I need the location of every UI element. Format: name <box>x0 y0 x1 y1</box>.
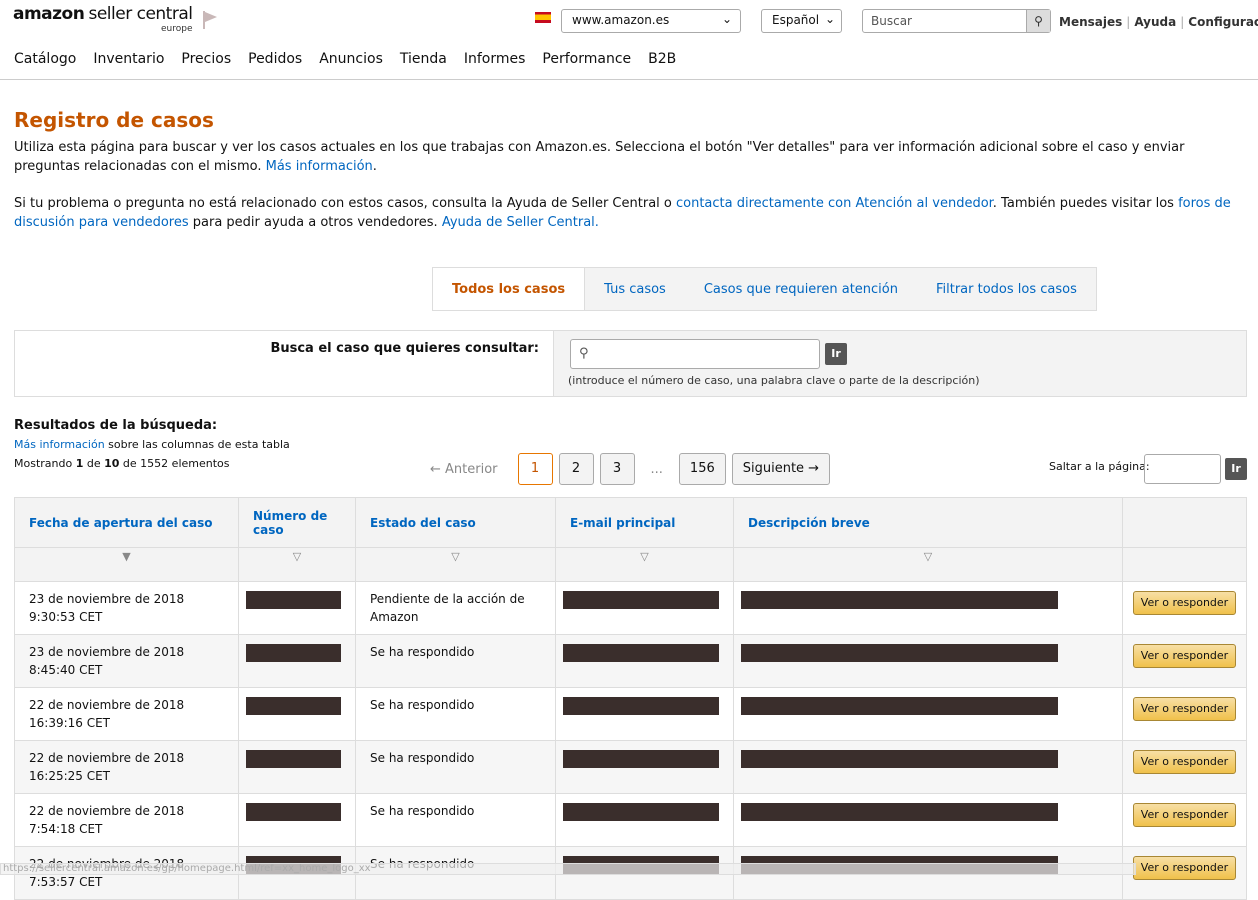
page-title: Registro de casos <box>14 108 214 132</box>
help-link[interactable]: Ayuda <box>1134 15 1176 29</box>
redacted-email <box>563 750 719 768</box>
prev-page: ← Anterior <box>430 461 498 477</box>
nav-informes[interactable]: Informes <box>464 44 526 74</box>
help-text: Si tu problema o pregunta no está relaci… <box>14 196 1231 230</box>
redacted-case-number <box>246 591 341 609</box>
page-last[interactable]: 156 <box>678 453 726 485</box>
view-respond-button[interactable]: Ver o responder <box>1132 591 1237 615</box>
view-respond-button[interactable]: Ver o responder <box>1132 803 1237 827</box>
redacted-description <box>741 750 1058 768</box>
page-1[interactable]: 1 <box>517 453 553 485</box>
page-3[interactable]: 3 <box>599 453 635 485</box>
pagination: ← Anterior 1 2 3 ... 156 Siguiente → <box>430 453 831 485</box>
nav-inventario[interactable]: Inventario <box>93 44 164 74</box>
nav-precios[interactable]: Precios <box>181 44 231 74</box>
col-email[interactable]: E-mail principal <box>555 497 734 548</box>
redacted-case-number <box>246 803 341 821</box>
case-search-input[interactable]: ⚲ <box>570 339 820 369</box>
sort-description[interactable]: ▽ <box>733 547 1123 582</box>
redacted-description <box>741 591 1058 609</box>
table-row: 22 de noviembre de 2018 7:54:18 CET Se h… <box>14 793 1247 847</box>
nav-anuncios[interactable]: Anuncios <box>319 44 383 74</box>
main-nav: Catálogo Inventario Precios Pedidos Anuncios… <box>0 44 1258 80</box>
intro-text: Utiliza esta página para buscar y ver lo… <box>14 140 1185 174</box>
sort-status[interactable]: ▽ <box>355 547 556 582</box>
case-status: Pendiente de la acción de Amazon <box>355 581 556 635</box>
redacted-case-number <box>246 750 341 768</box>
spain-flag-icon <box>535 12 551 23</box>
case-search-box: Busca el caso que quieres consultar: ⚲ I… <box>14 330 1247 397</box>
tab-attention-cases[interactable]: Casos que requieren atención <box>685 268 917 310</box>
redacted-description <box>741 697 1058 715</box>
case-status: Se ha respondido <box>355 687 556 741</box>
jump-to-page: Saltar a la página: <box>1049 460 1150 473</box>
redacted-email <box>563 697 719 715</box>
search-icon[interactable]: ⚲ <box>1026 10 1050 32</box>
status-bar-url: https://sellercentral.amazon.es/gp/homep… <box>0 863 1136 875</box>
settings-link[interactable]: Configuración <box>1188 15 1258 29</box>
view-respond-button[interactable]: Ver o responder <box>1132 697 1237 721</box>
flag-icon[interactable] <box>202 11 218 29</box>
redacted-email <box>563 644 719 662</box>
sort-email[interactable]: ▽ <box>555 547 734 582</box>
top-bar: amazon seller central europe www.amazon.e… <box>0 0 1258 44</box>
tab-your-cases[interactable]: Tus casos <box>585 268 685 310</box>
case-search-label: Busca el caso que quieres consultar: <box>270 341 539 356</box>
table-row: 23 de noviembre de 2018 9:30:53 CET Pend… <box>14 581 1247 635</box>
seller-central-help-link[interactable]: Ayuda de Seller Central. <box>442 215 599 230</box>
next-page-button[interactable]: Siguiente → <box>731 453 831 485</box>
case-date: 22 de noviembre de 2018 7:54:18 CET <box>14 793 239 847</box>
case-search-go-button[interactable]: Ir <box>825 343 847 365</box>
case-date: 23 de noviembre de 2018 8:45:40 CET <box>14 634 239 688</box>
sort-date[interactable]: ▼ <box>14 547 239 582</box>
search-icon: ⚲ <box>579 346 589 361</box>
case-date: 22 de noviembre de 2018 16:39:16 CET <box>14 687 239 741</box>
col-description[interactable]: Descripción breve <box>733 497 1123 548</box>
nav-performance[interactable]: Performance <box>542 44 631 74</box>
col-case-number[interactable]: Número de caso <box>238 497 356 548</box>
nav-pedidos[interactable]: Pedidos <box>248 44 302 74</box>
redacted-case-number <box>246 697 341 715</box>
case-search-hint: (introduce el número de caso, una palabr… <box>568 374 980 387</box>
case-status: Se ha respondido <box>355 793 556 847</box>
case-status: Se ha respondido <box>355 634 556 688</box>
table-row: 22 de noviembre de 2018 16:25:25 CET Se … <box>14 740 1247 794</box>
redacted-email <box>563 591 719 609</box>
jump-go-button[interactable]: Ir <box>1225 458 1247 480</box>
redacted-description <box>741 644 1058 662</box>
nav-tienda[interactable]: Tienda <box>400 44 447 74</box>
marketplace-select[interactable]: www.amazon.es ⌄ <box>561 9 741 33</box>
view-respond-button[interactable]: Ver o responder <box>1132 644 1237 668</box>
redacted-description <box>741 803 1058 821</box>
columns-info-link[interactable]: Más información <box>14 438 105 451</box>
nav-b2b[interactable]: B2B <box>648 44 676 74</box>
case-date: 23 de noviembre de 2018 9:30:53 CET <box>14 581 239 635</box>
view-respond-button[interactable]: Ver o responder <box>1132 856 1237 880</box>
table-row: 23 de noviembre de 2018 8:45:40 CET Se h… <box>14 634 1247 688</box>
nav-catalogo[interactable]: Catálogo <box>14 44 76 74</box>
contact-seller-support-link[interactable]: contacta directamente con Atención al ve… <box>676 196 993 211</box>
case-status: Se ha respondido <box>355 740 556 794</box>
redacted-email <box>563 803 719 821</box>
cases-table: Fecha de apertura del caso Número de cas… <box>14 497 1247 900</box>
search-input[interactable]: Buscar ⚲ <box>862 9 1051 33</box>
language-select[interactable]: Español ⌄ <box>761 9 842 33</box>
redacted-case-number <box>246 644 341 662</box>
case-date: 22 de noviembre de 2018 16:25:25 CET <box>14 740 239 794</box>
col-status[interactable]: Estado del caso <box>355 497 556 548</box>
sort-case[interactable]: ▽ <box>238 547 356 582</box>
messages-link[interactable]: Mensajes <box>1059 15 1122 29</box>
page-2[interactable]: 2 <box>558 453 594 485</box>
tab-filter-cases[interactable]: Filtrar todos los casos <box>917 268 1096 310</box>
col-date[interactable]: Fecha de apertura del caso <box>14 497 239 548</box>
amazon-seller-central-logo[interactable]: amazon seller central europe <box>13 4 193 34</box>
jump-page-input[interactable] <box>1144 454 1221 484</box>
more-info-link[interactable]: Más información <box>266 159 373 174</box>
case-tabs: Todos los casos Tus casos Casos que requ… <box>432 267 1097 311</box>
view-respond-button[interactable]: Ver o responder <box>1132 750 1237 774</box>
tab-all-cases[interactable]: Todos los casos <box>433 268 586 310</box>
table-row: 22 de noviembre de 2018 16:39:16 CET Se … <box>14 687 1247 741</box>
results-info: Resultados de la búsqueda: Más informaci… <box>14 418 290 470</box>
